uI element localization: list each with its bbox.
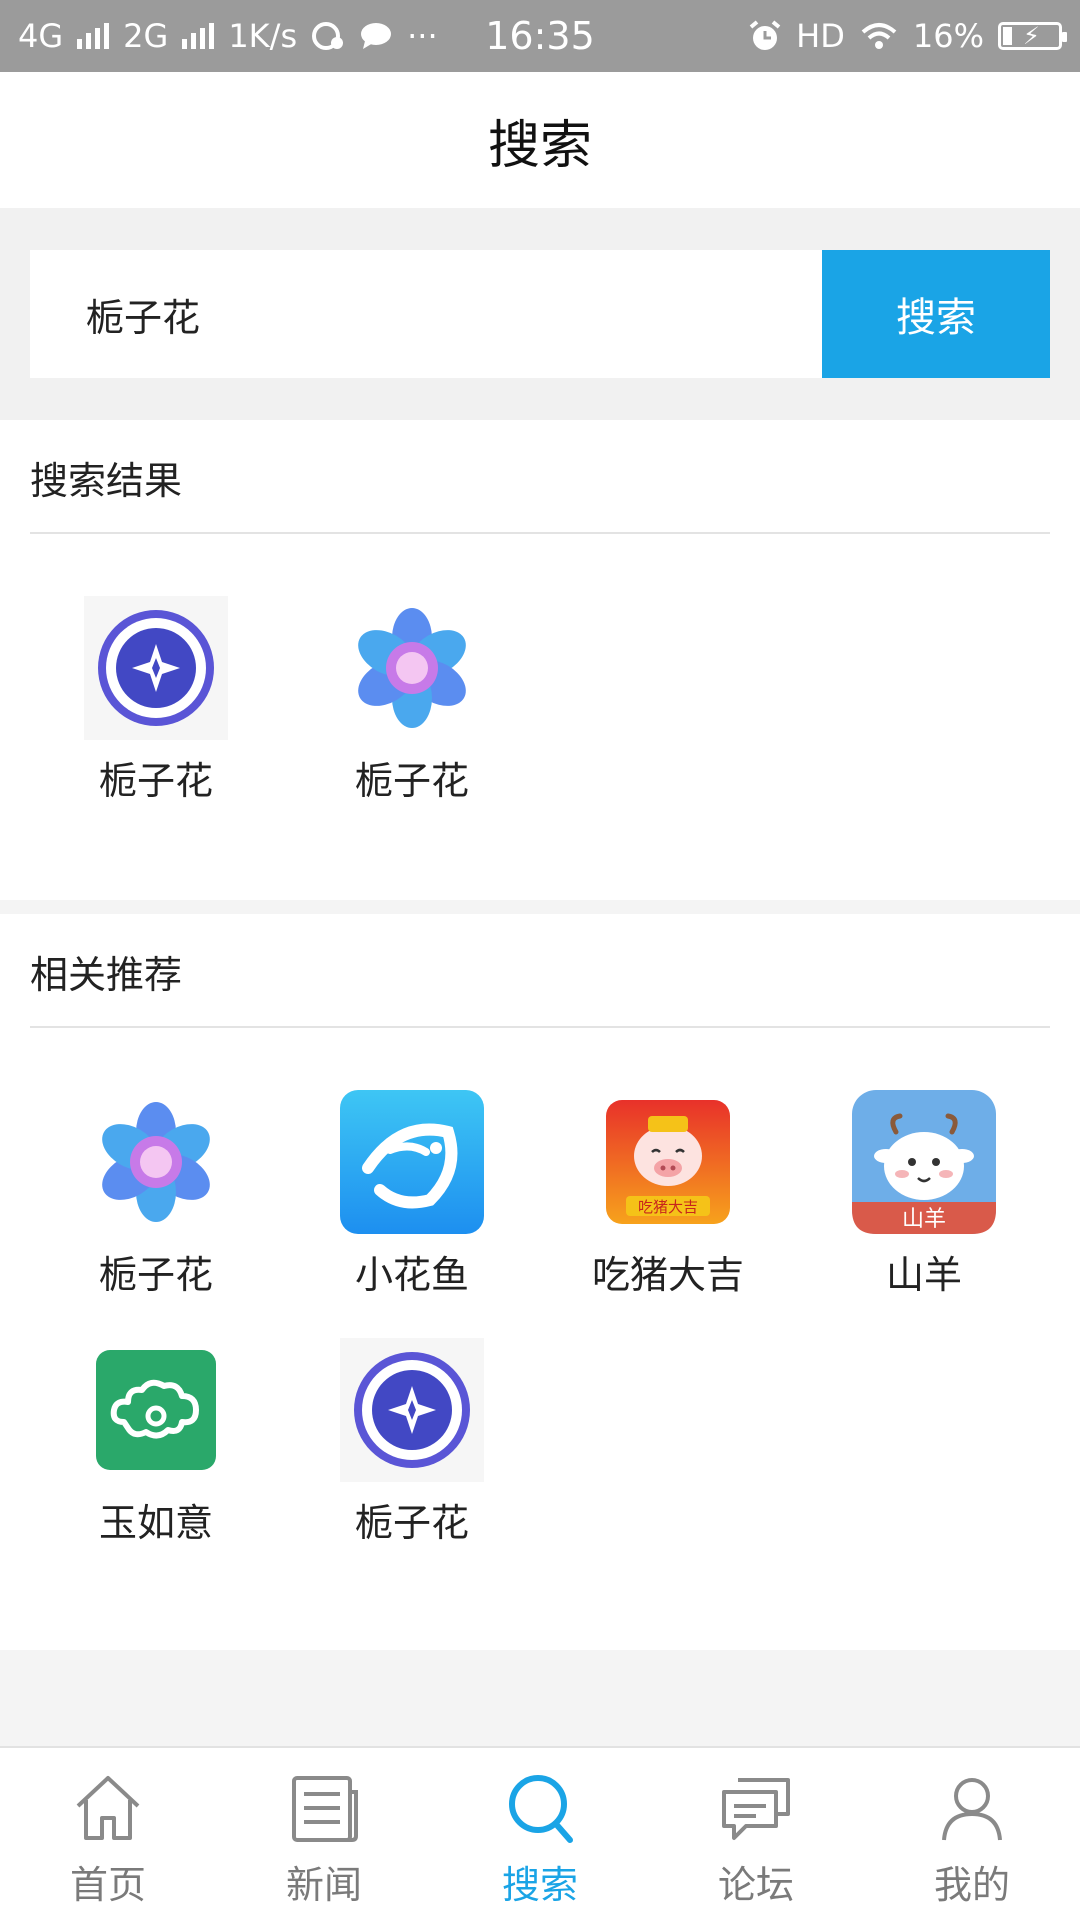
app-label: 小花鱼 bbox=[354, 1253, 469, 1297]
nav-item-profile[interactable]: 我的 bbox=[864, 1748, 1080, 1920]
cloud-app-icon bbox=[96, 1350, 216, 1470]
gardenia-coin-icon bbox=[340, 1338, 484, 1482]
app-item[interactable]: 栀子花 bbox=[284, 1338, 540, 1547]
nav-item-news[interactable]: 新闻 bbox=[216, 1748, 432, 1920]
cloud-notification-icon bbox=[312, 22, 344, 50]
section-title: 搜索结果 bbox=[30, 459, 183, 503]
divider bbox=[30, 1026, 1050, 1028]
network-type-1: 4G bbox=[18, 17, 64, 55]
status-left: 4G 2G 1K/s ··· bbox=[18, 17, 438, 55]
chat-notification-icon bbox=[361, 23, 392, 49]
signal-icon bbox=[77, 23, 110, 49]
app-item[interactable]: 山羊 山羊 bbox=[796, 1090, 1052, 1299]
app-item[interactable]: 栀子花 bbox=[28, 596, 284, 805]
network-speed: 1K/s bbox=[228, 17, 298, 55]
search-results-section: 搜索结果 栀子花 栀子花 bbox=[0, 420, 1080, 900]
page-header: 搜索 bbox=[0, 72, 1080, 208]
app-item[interactable]: 栀子花 bbox=[28, 1090, 284, 1299]
profile-icon bbox=[942, 1778, 1002, 1841]
fish-app-icon bbox=[340, 1090, 484, 1234]
network-type-2: 2G bbox=[123, 17, 169, 55]
pig-app-icon: 吃猪大吉 bbox=[606, 1100, 730, 1224]
nav-item-forum[interactable]: 论坛 bbox=[648, 1748, 864, 1920]
app-label: 玉如意 bbox=[98, 1501, 213, 1545]
app-item[interactable]: 小花鱼 bbox=[284, 1090, 540, 1299]
app-label: 栀子花 bbox=[98, 759, 213, 803]
app-label: 栀子花 bbox=[354, 1501, 469, 1545]
battery-icon: ⚡ bbox=[998, 22, 1067, 50]
search-icon bbox=[509, 1775, 573, 1843]
page-title: 搜索 bbox=[487, 115, 592, 176]
signal-icon bbox=[182, 23, 215, 49]
app-label: 栀子花 bbox=[354, 759, 469, 803]
wifi-icon bbox=[861, 23, 897, 49]
app-label: 栀子花 bbox=[98, 1253, 213, 1297]
nav-item-home[interactable]: 首页 bbox=[0, 1748, 216, 1920]
section-title: 相关推荐 bbox=[30, 953, 183, 997]
forum-icon bbox=[722, 1778, 790, 1840]
news-icon bbox=[292, 1776, 358, 1842]
nav-label: 搜索 bbox=[501, 1863, 578, 1907]
nav-label: 新闻 bbox=[285, 1863, 362, 1907]
search-button[interactable]: 搜索 bbox=[822, 250, 1050, 378]
gardenia-coin-icon bbox=[84, 596, 228, 740]
goat-app-icon: 山羊 bbox=[852, 1090, 996, 1234]
status-right: HD 16% ⚡ bbox=[748, 17, 1067, 55]
alarm-icon bbox=[749, 20, 781, 50]
nav-label: 论坛 bbox=[717, 1863, 794, 1907]
nav-label: 首页 bbox=[69, 1863, 146, 1907]
nav-label: 我的 bbox=[933, 1863, 1010, 1907]
app-item[interactable]: 玉如意 bbox=[28, 1338, 284, 1547]
battery-percent: 16% bbox=[912, 17, 984, 55]
app-label: 吃猪大吉 bbox=[591, 1253, 744, 1297]
search-input[interactable] bbox=[30, 250, 822, 378]
gardenia-flower-icon bbox=[102, 1102, 210, 1222]
nav-item-search[interactable]: 搜索 bbox=[432, 1748, 648, 1920]
status-bar: 4G 2G 1K/s ··· 16:35 HD 16% ⚡ bbox=[0, 0, 1080, 72]
pig-icon-text: 吃猪大吉 bbox=[638, 1198, 698, 1216]
hd-indicator: HD bbox=[796, 17, 845, 55]
divider bbox=[30, 532, 1050, 534]
gardenia-flower-icon bbox=[358, 608, 466, 728]
app-item[interactable]: 栀子花 bbox=[284, 596, 540, 805]
bottom-nav: 首页 新闻 搜索 论坛 我的 bbox=[0, 1746, 1080, 1920]
more-notifications: ··· bbox=[407, 17, 438, 55]
app-label: 山羊 bbox=[885, 1253, 962, 1297]
search-bar: 搜索 bbox=[0, 208, 1080, 420]
home-icon bbox=[76, 1776, 140, 1840]
goat-icon-text: 山羊 bbox=[902, 1207, 946, 1232]
recommendation-section: 相关推荐 栀子花 小花鱼 吃猪大吉 吃猪大吉 山羊 山羊 玉如意 栀子花 bbox=[0, 914, 1080, 1650]
app-item[interactable]: 吃猪大吉 吃猪大吉 bbox=[540, 1090, 796, 1299]
